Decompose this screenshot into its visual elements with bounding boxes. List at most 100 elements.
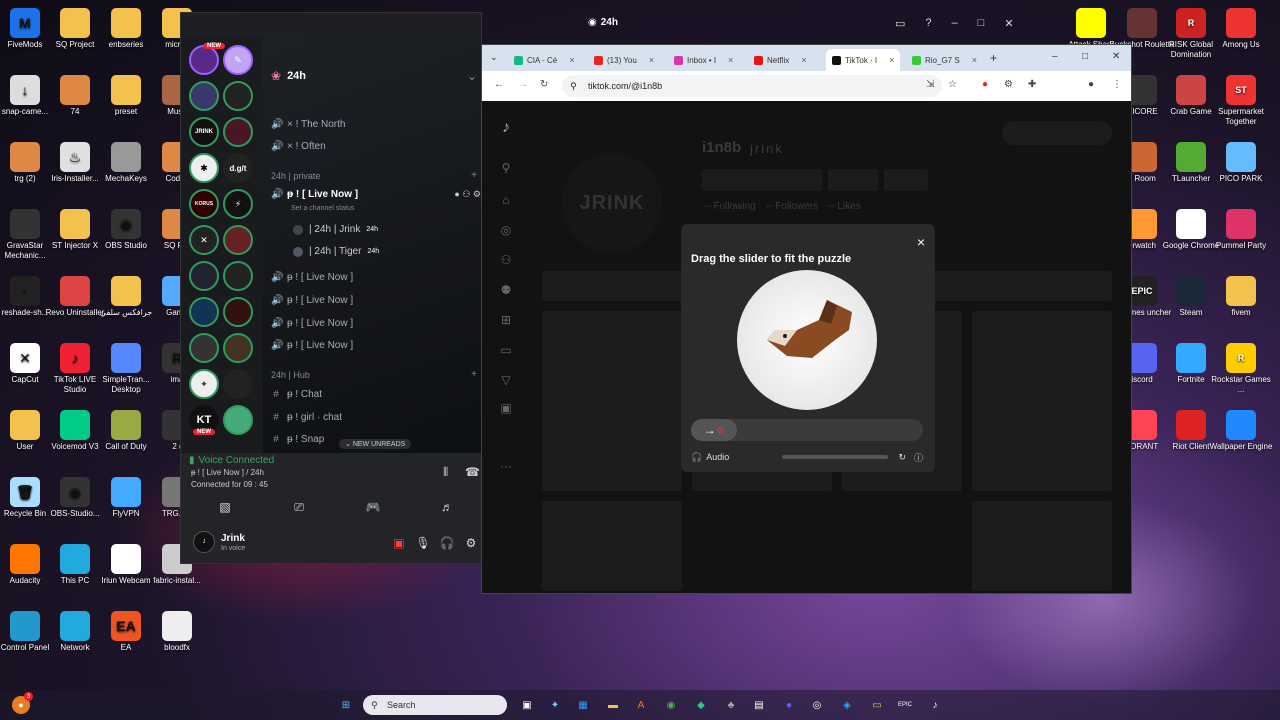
profile-share-icons[interactable]	[1002, 121, 1112, 145]
captcha-slider-knob[interactable]: → ⊘	[691, 419, 737, 441]
server-icon-14[interactable]	[223, 261, 253, 291]
voice-channel-live-2[interactable]: 🔊 ᵽ ! [ Live Now ]	[271, 272, 353, 283]
server-icon-1[interactable]	[189, 45, 219, 75]
browser-tab[interactable]: (13) You ×	[588, 49, 660, 71]
file-explorer-icon[interactable]: ▬	[604, 696, 622, 714]
voice-channel-live-now[interactable]: 🔊 ᵽ ! [ Live Now ]	[271, 189, 358, 200]
tab-close-icon[interactable]: ×	[728, 55, 733, 65]
profile-avatar-icon[interactable]: ●	[1088, 79, 1094, 90]
server-icon-jrink[interactable]: JRINK	[189, 117, 219, 147]
upload-icon[interactable]: ⊞	[498, 313, 514, 329]
refresh-icon[interactable]: ↻	[898, 452, 906, 463]
browser-tab[interactable]: Netflix ×	[748, 49, 813, 71]
server-icon-4[interactable]	[223, 81, 253, 111]
server-icon-6[interactable]	[223, 117, 253, 147]
desktop-icon[interactable]: Among Us	[1208, 8, 1274, 50]
stream-icon[interactable]: ▣	[389, 533, 409, 553]
voice-channel-live-5[interactable]: 🔊 ᵽ ! [ Live Now ]	[271, 340, 353, 351]
maximize-icon[interactable]: □	[978, 17, 985, 30]
messages-icon[interactable]: ▭	[498, 343, 514, 359]
browser-tab[interactable]: TikTok - I ×	[826, 49, 901, 71]
text-channel-chat[interactable]: # ᵽ ! Chat	[271, 389, 322, 400]
server-icon-12[interactable]	[223, 225, 253, 255]
desktop-icon[interactable]: bloodfx	[144, 611, 210, 653]
browser-tab[interactable]: Rio_G7 S ×	[906, 49, 983, 71]
voice-member-jrink[interactable]: | 24h | Jrink 24h	[293, 224, 378, 235]
live-icon[interactable]: ▣	[498, 401, 514, 417]
headphones-icon[interactable]: 🎧	[691, 452, 702, 463]
video-thumb-6[interactable]	[972, 501, 1112, 591]
desktop-icon[interactable]: Pummel Party	[1208, 209, 1274, 251]
disconnect-icon[interactable]: ☎	[465, 465, 480, 479]
category-hub[interactable]: 24h | Hub	[271, 370, 310, 380]
app-leaf-icon[interactable]: ♣	[722, 696, 740, 714]
help-icon[interactable]: ?	[925, 17, 931, 30]
address-bar[interactable]: ⚲ tiktok.com/@i1n8b	[562, 75, 942, 97]
taskbar-search[interactable]: ⚲ Search	[363, 695, 507, 715]
server-icon-16[interactable]	[223, 297, 253, 327]
bookmark-star-icon[interactable]: ☆	[948, 79, 957, 90]
opera-ext-icon[interactable]: ●	[982, 79, 988, 90]
voice-member-tiger[interactable]: | 24h | Tiger 24h	[293, 246, 379, 257]
desktop-icon[interactable]: PICO PARK	[1208, 142, 1274, 184]
chevron-down-icon[interactable]: ⌄	[467, 69, 477, 83]
video-thumb-1[interactable]	[542, 311, 682, 491]
app-shield-icon[interactable]: ◈	[838, 696, 856, 714]
voice-channel-live-4[interactable]: 🔊 ᵽ ! [ Live Now ]	[271, 318, 353, 329]
server-icon-17[interactable]	[189, 333, 219, 363]
screen-share-button[interactable]: ⎚	[289, 497, 309, 517]
add-channel-icon[interactable]: +	[471, 369, 477, 380]
home-icon[interactable]: ⌂	[498, 193, 514, 209]
profile-edit-button[interactable]	[702, 169, 822, 191]
reload-icon[interactable]: ↻	[540, 79, 548, 90]
server-icon-spider[interactable]: ✱	[189, 153, 219, 183]
back-icon[interactable]: ←	[494, 79, 504, 90]
forward-icon[interactable]: →	[518, 79, 528, 90]
app-folder-icon[interactable]: ▭	[868, 696, 886, 714]
tab-close-icon[interactable]: ×	[972, 55, 977, 65]
chrome-taskbar-icon[interactable]: ◉	[662, 696, 680, 714]
server-icon-korus[interactable]: KORUS	[189, 189, 219, 219]
tiktok-taskbar-icon[interactable]: ♪	[926, 696, 944, 714]
close-icon[interactable]: ×	[917, 234, 925, 250]
new-tab-button[interactable]: +	[990, 51, 997, 65]
add-channel-icon[interactable]: +	[471, 170, 477, 181]
camera-off-button[interactable]: ▧	[215, 497, 235, 517]
explore-icon[interactable]: ◎	[498, 223, 514, 239]
server-icon-2[interactable]: ✎	[223, 45, 253, 75]
tab-search-icon[interactable]: ⌄	[490, 52, 498, 63]
start-windows-icon[interactable]: ⊞	[337, 696, 355, 714]
user-avatar[interactable]: J	[193, 531, 215, 553]
inbox-icon[interactable]: ▭	[895, 17, 905, 30]
activity-button[interactable]: 🎮	[363, 497, 383, 517]
server-icon-18[interactable]	[223, 333, 253, 363]
chrome-minimize-icon[interactable]: –	[1052, 51, 1058, 62]
store-icon[interactable]: ▦	[574, 696, 592, 714]
video-thumb-4[interactable]	[972, 311, 1112, 491]
profile-action-button[interactable]	[828, 169, 878, 191]
tab-close-icon[interactable]: ×	[889, 55, 894, 65]
browser-tab[interactable]: CIA - Cé ×	[508, 49, 581, 71]
voice-channel-live-3[interactable]: 🔊 ᵽ ! [ Live Now ]	[271, 295, 353, 306]
voice-channel-often[interactable]: 🔊 × ! Often	[271, 141, 326, 152]
minimize-icon[interactable]: –	[952, 17, 958, 30]
desktop-icon[interactable]: fivem	[1208, 276, 1274, 318]
epic-icon[interactable]: EPIC	[896, 696, 914, 714]
headphones-icon[interactable]: 🎧	[437, 533, 457, 553]
desktop-icon[interactable]: R Rockstar Games ...	[1208, 343, 1274, 395]
server-icon-10[interactable]: ⚡	[223, 189, 253, 219]
server-icon-13[interactable]	[189, 261, 219, 291]
video-thumb-5[interactable]	[542, 501, 682, 591]
app-window-icon[interactable]: ▤	[750, 696, 768, 714]
desktop-icon[interactable]: Wallpaper Engine	[1208, 410, 1274, 452]
install-icon[interactable]: ⇲	[926, 79, 934, 90]
chrome-menu-icon[interactable]: ⋮	[1112, 79, 1122, 90]
extension-icon-2[interactable]: ⚙	[1004, 79, 1013, 90]
channel-action-icons[interactable]: ● ⚇ ⚙	[454, 189, 481, 200]
server-icon-15[interactable]	[189, 297, 219, 327]
server-icon-11[interactable]: ✕	[189, 225, 219, 255]
info-icon[interactable]: ⓘ	[914, 451, 923, 464]
task-view-icon[interactable]: ▣	[518, 696, 536, 714]
app-a-icon[interactable]: A	[632, 696, 650, 714]
tab-close-icon[interactable]: ×	[569, 55, 574, 65]
